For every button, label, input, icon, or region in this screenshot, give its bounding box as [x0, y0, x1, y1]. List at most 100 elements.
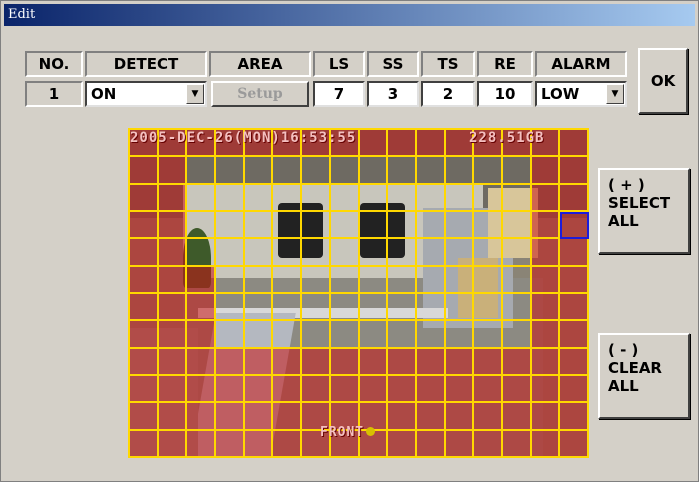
motion-grid-cell[interactable]: [302, 266, 331, 294]
motion-grid-cell[interactable]: [359, 430, 389, 458]
motion-grid-cell[interactable]: [273, 130, 303, 158]
motion-grid-cell[interactable]: [560, 403, 589, 431]
chevron-down-icon[interactable]: ▼: [606, 84, 624, 104]
motion-grid-cell[interactable]: [216, 239, 245, 267]
motion-grid-cell[interactable]: [216, 321, 245, 349]
motion-grid-cell[interactable]: [560, 184, 589, 212]
motion-grid-cell[interactable]: [416, 266, 446, 294]
motion-grid-cell[interactable]: [531, 212, 561, 240]
motion-grid-cell[interactable]: [560, 294, 589, 322]
motion-grid-cell[interactable]: [416, 184, 446, 212]
motion-grid-cell[interactable]: [502, 212, 532, 240]
motion-grid-cell[interactable]: [531, 430, 561, 458]
motion-grid-cell[interactable]: [130, 430, 159, 458]
chevron-down-icon[interactable]: ▼: [186, 84, 204, 104]
motion-grid-cell[interactable]: [531, 294, 561, 322]
motion-grid-cell[interactable]: [531, 321, 561, 349]
motion-grid-cell[interactable]: [502, 157, 532, 185]
motion-grid-cell[interactable]: [302, 430, 331, 458]
motion-grid-cell[interactable]: [502, 348, 532, 376]
motion-grid-cell[interactable]: [474, 294, 503, 322]
motion-grid-cell[interactable]: [158, 348, 188, 376]
motion-grid-cell[interactable]: [273, 321, 303, 349]
motion-grid-cell[interactable]: [187, 430, 217, 458]
motion-grid-cell[interactable]: [388, 130, 417, 158]
motion-grid-cell[interactable]: [359, 157, 389, 185]
motion-grid-cell[interactable]: [330, 130, 360, 158]
motion-grid-cell[interactable]: [273, 294, 303, 322]
motion-grid-cell[interactable]: [445, 239, 475, 267]
motion-grid-cell[interactable]: [502, 239, 532, 267]
motion-grid-cell[interactable]: [531, 184, 561, 212]
motion-grid-cell[interactable]: [187, 348, 217, 376]
motion-grid-cell[interactable]: [445, 403, 475, 431]
motion-grid-cell[interactable]: [474, 212, 503, 240]
motion-grid-cell[interactable]: [388, 403, 417, 431]
motion-grid-cell[interactable]: [474, 348, 503, 376]
motion-grid-cell[interactable]: [216, 403, 245, 431]
motion-grid-cell[interactable]: [130, 239, 159, 267]
motion-grid-cell[interactable]: [388, 321, 417, 349]
motion-grid-cell[interactable]: [130, 157, 159, 185]
motion-grid-cell[interactable]: [474, 321, 503, 349]
motion-grid-cell[interactable]: [244, 212, 274, 240]
motion-grid-cell[interactable]: [273, 157, 303, 185]
motion-grid-cell[interactable]: [330, 294, 360, 322]
motion-grid-cell[interactable]: [216, 294, 245, 322]
motion-grid-cell[interactable]: [474, 403, 503, 431]
motion-grid-cell[interactable]: [560, 212, 589, 240]
motion-grid-cell[interactable]: [302, 348, 331, 376]
motion-grid-cell[interactable]: [187, 212, 217, 240]
motion-grid-cell[interactable]: [560, 348, 589, 376]
motion-grid-cell[interactable]: [359, 239, 389, 267]
motion-grid-cell[interactable]: [216, 266, 245, 294]
motion-grid-cell[interactable]: [302, 212, 331, 240]
motion-grid-cell[interactable]: [273, 403, 303, 431]
motion-grid-cell[interactable]: [560, 130, 589, 158]
ss-field[interactable]: 3: [367, 81, 419, 107]
motion-grid-cell[interactable]: [158, 130, 188, 158]
motion-grid-cell[interactable]: [330, 321, 360, 349]
re-field[interactable]: 10: [477, 81, 533, 107]
motion-grid-cell[interactable]: [187, 403, 217, 431]
motion-grid-cell[interactable]: [445, 130, 475, 158]
motion-grid-cell[interactable]: [416, 430, 446, 458]
motion-grid-cell[interactable]: [187, 294, 217, 322]
motion-grid-cell[interactable]: [416, 403, 446, 431]
motion-grid-cell[interactable]: [273, 184, 303, 212]
motion-grid-cell[interactable]: [273, 212, 303, 240]
motion-grid-cell[interactable]: [330, 212, 360, 240]
motion-grid-cell[interactable]: [187, 239, 217, 267]
motion-grid-cell[interactable]: [359, 403, 389, 431]
motion-grid-cell[interactable]: [502, 403, 532, 431]
motion-grid-cell[interactable]: [388, 430, 417, 458]
motion-grid-cell[interactable]: [359, 212, 389, 240]
motion-grid-cell[interactable]: [474, 130, 503, 158]
motion-grid-cell[interactable]: [330, 376, 360, 404]
motion-grid-cell[interactable]: [416, 239, 446, 267]
motion-grid-cell[interactable]: [388, 376, 417, 404]
motion-grid-cell[interactable]: [130, 130, 159, 158]
motion-grid-cell[interactable]: [187, 157, 217, 185]
motion-grid-cell[interactable]: [158, 157, 188, 185]
motion-grid-cell[interactable]: [130, 294, 159, 322]
motion-grid-cell[interactable]: [416, 130, 446, 158]
motion-grid-cell[interactable]: [302, 239, 331, 267]
motion-grid-cell[interactable]: [531, 348, 561, 376]
motion-grid-cell[interactable]: [187, 266, 217, 294]
motion-grid-cell[interactable]: [474, 376, 503, 404]
motion-grid-cell[interactable]: [216, 130, 245, 158]
motion-grid-cell[interactable]: [474, 239, 503, 267]
motion-grid-cell[interactable]: [158, 294, 188, 322]
motion-grid-cell[interactable]: [330, 184, 360, 212]
motion-grid-cell[interactable]: [130, 321, 159, 349]
motion-grid-cell[interactable]: [158, 430, 188, 458]
motion-grid-cell[interactable]: [330, 348, 360, 376]
motion-grid-cell[interactable]: [302, 321, 331, 349]
motion-grid-cell[interactable]: [330, 239, 360, 267]
select-all-button[interactable]: ( + ) SELECT ALL: [598, 168, 690, 254]
motion-grid-cell[interactable]: [416, 348, 446, 376]
motion-grid-cell[interactable]: [302, 130, 331, 158]
motion-grid-cell[interactable]: [158, 212, 188, 240]
motion-grid-cell[interactable]: [560, 430, 589, 458]
